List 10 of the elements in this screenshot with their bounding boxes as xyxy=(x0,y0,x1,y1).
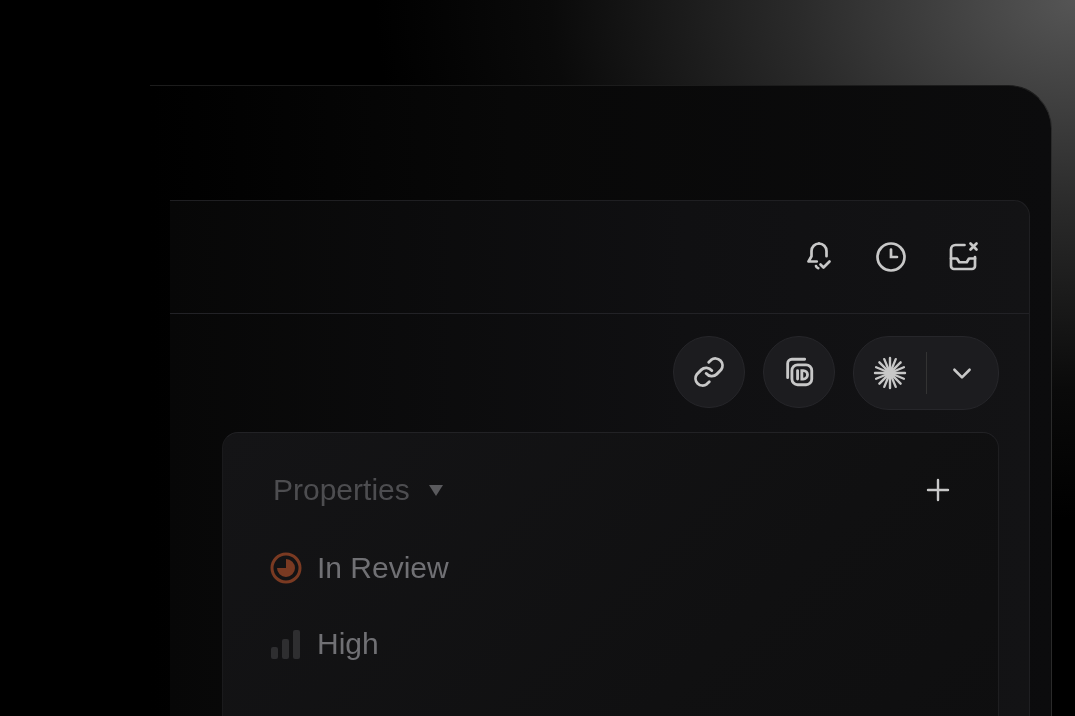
property-value[interactable]: In Review xyxy=(317,551,449,585)
clock-icon[interactable] xyxy=(873,239,909,275)
properties-toggle[interactable]: Properties xyxy=(273,473,444,507)
section-title: Properties xyxy=(273,473,410,507)
status-icon xyxy=(269,551,303,585)
link-icon xyxy=(692,355,726,389)
property-value[interactable]: High xyxy=(317,627,379,661)
priority-bars-icon xyxy=(269,627,303,661)
plus-icon[interactable] xyxy=(926,478,950,502)
sparkle-burst-icon xyxy=(871,355,908,391)
